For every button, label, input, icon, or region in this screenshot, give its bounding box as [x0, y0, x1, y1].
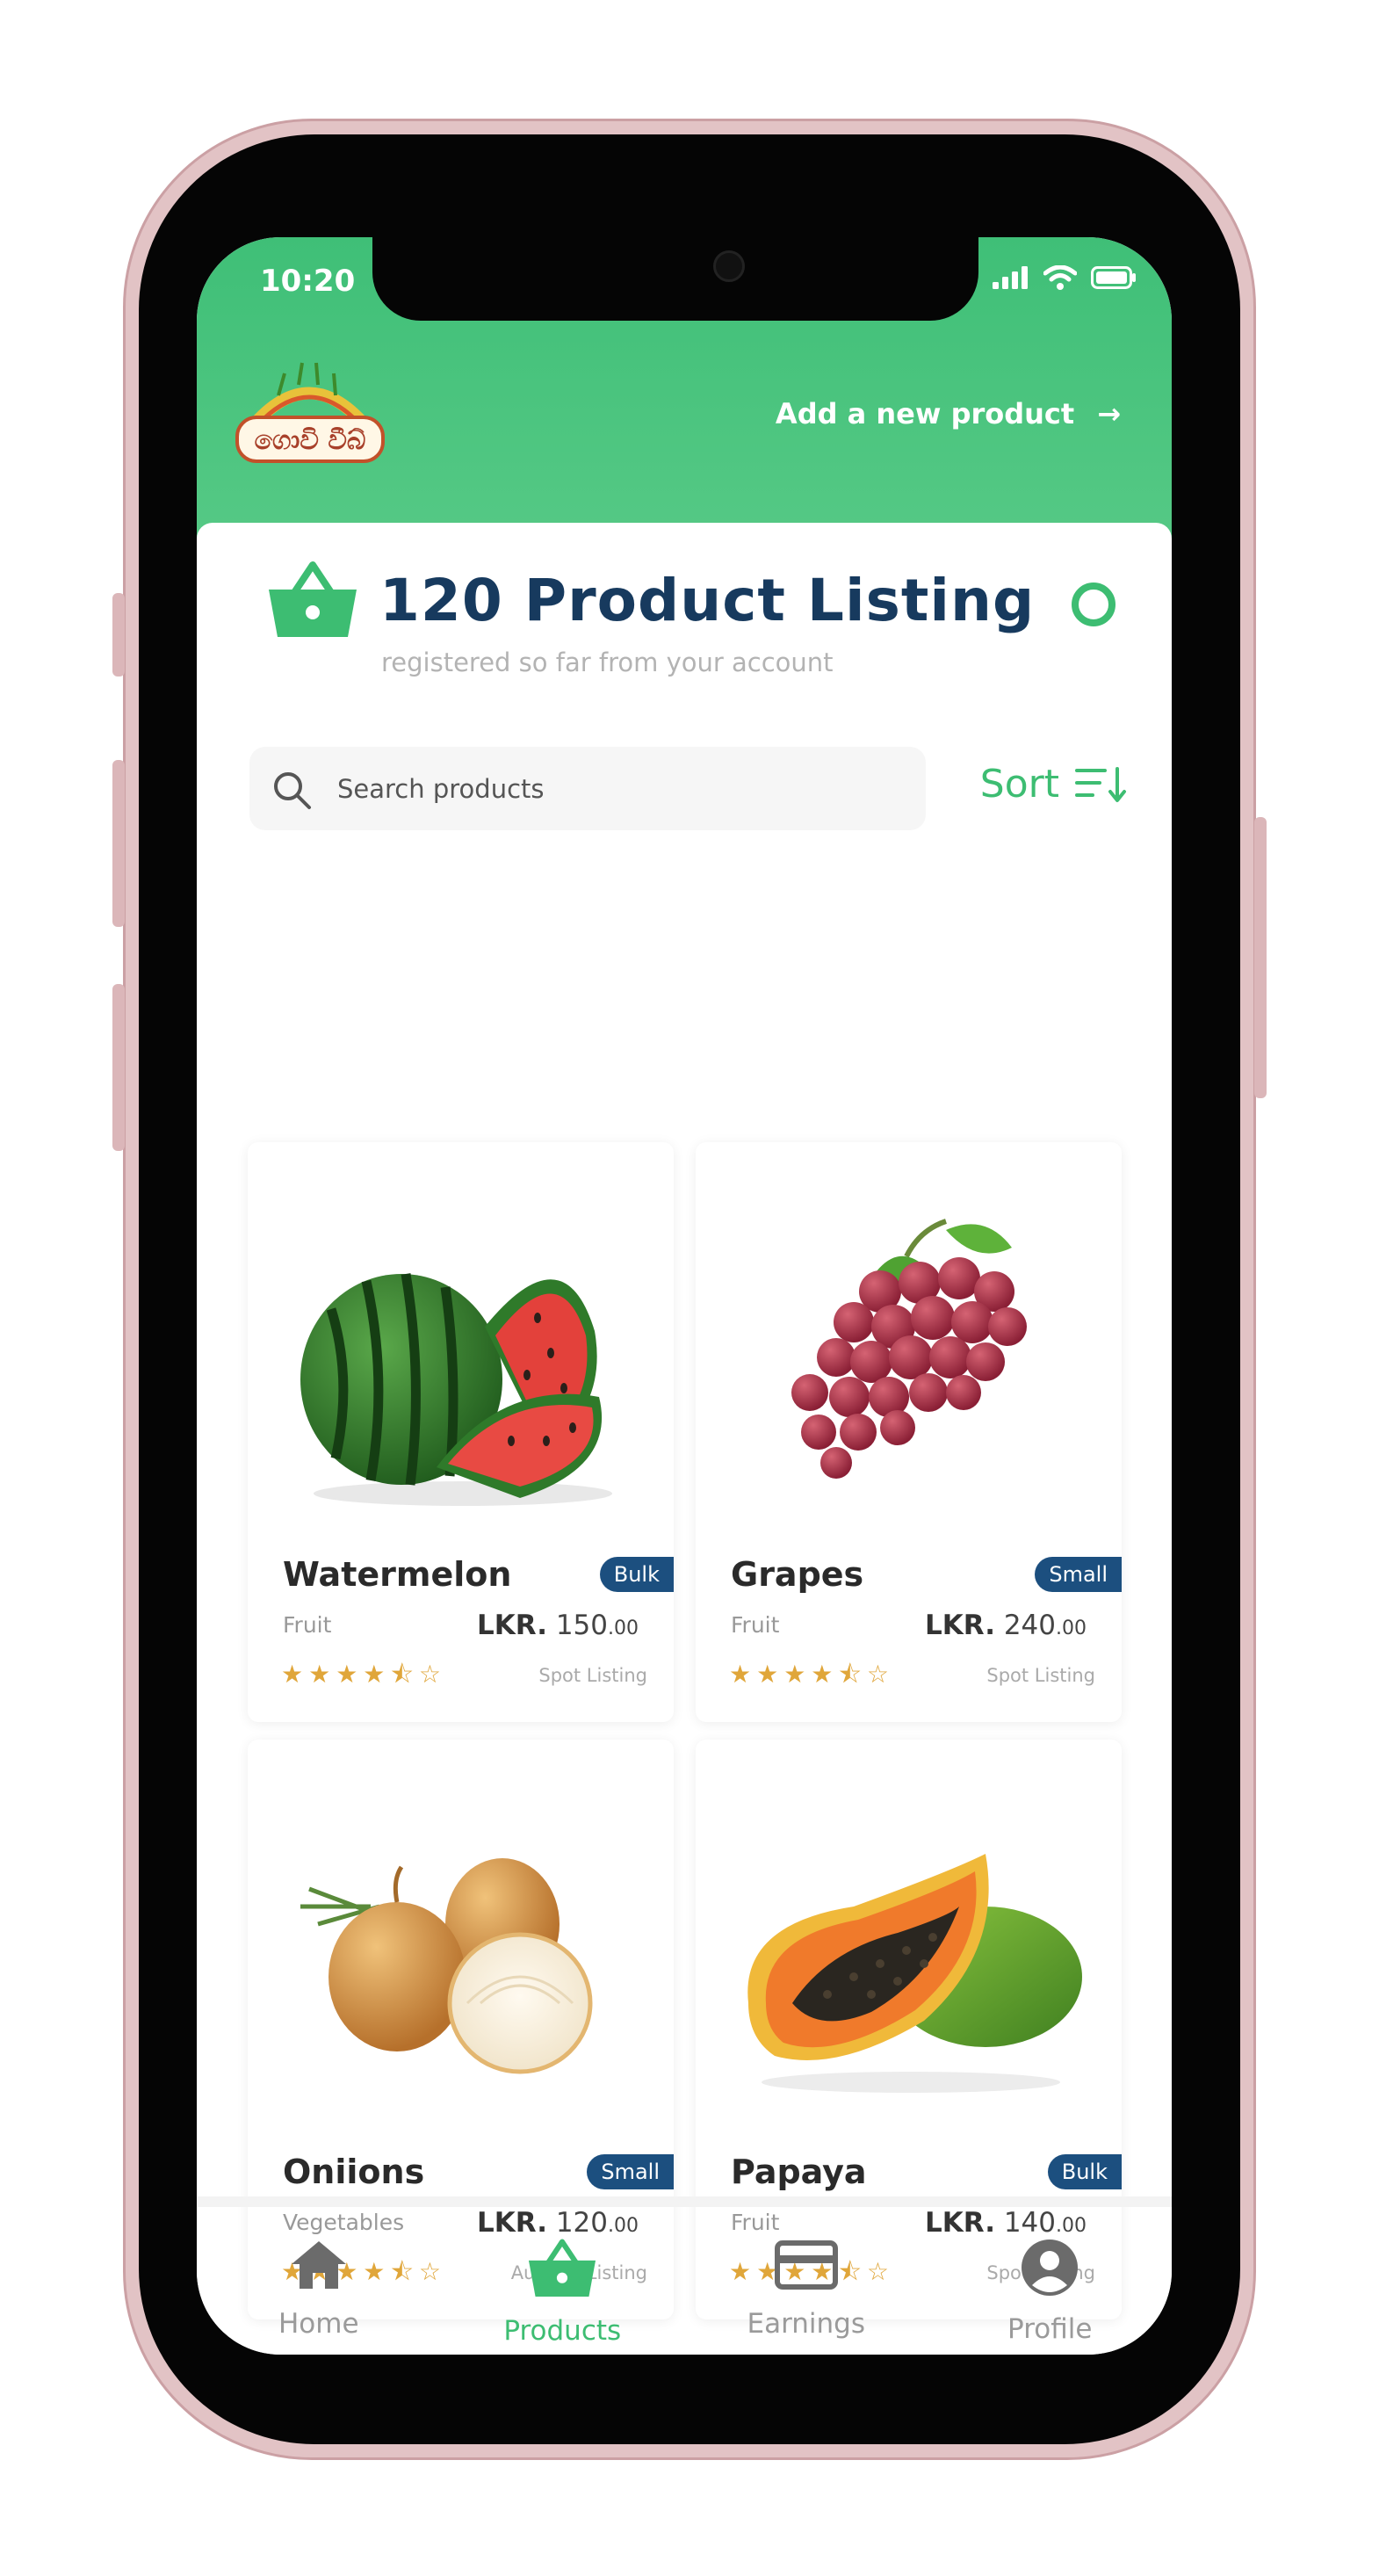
app-logo: ගොවි වීබ් — [235, 362, 385, 463]
product-price: LKR. 150.00 — [477, 1610, 639, 1641]
add-product-link[interactable]: Add a new product → — [776, 397, 1121, 431]
add-product-label: Add a new product — [775, 397, 1075, 431]
product-category: Fruit — [731, 1612, 780, 1638]
product-name: Papaya — [731, 2153, 867, 2191]
quantity-badge: Bulk — [1047, 2154, 1122, 2189]
price-amount: 150 — [555, 1610, 608, 1641]
price-cents: .00 — [608, 1617, 639, 1639]
quantity-badge: Small — [1035, 1557, 1122, 1592]
refresh-indicator[interactable] — [1072, 582, 1115, 626]
volume-up-button — [112, 760, 125, 927]
listing-type: Spot Listing — [986, 1665, 1095, 1686]
content-card: 120 Product Listing registered so far fr… — [197, 523, 1172, 2355]
phone-notch — [372, 237, 978, 321]
price-amount: 240 — [1003, 1610, 1056, 1641]
nav-divider — [197, 2196, 1172, 2207]
nav-earnings[interactable]: Earnings — [718, 2207, 894, 2340]
rating-stars: ★★★★⯪☆ — [729, 1660, 895, 1689]
product-card-grapes[interactable]: Grapes Small Fruit LKR. 240.00 ★★★★⯪☆ Sp… — [696, 1142, 1122, 1722]
grapes-image — [791, 1219, 1027, 1479]
nav-label: Home — [278, 2308, 359, 2340]
product-name: Watermelon — [283, 1555, 512, 1594]
battery-icon — [1091, 266, 1136, 289]
sort-label: Sort — [979, 762, 1059, 807]
power-button — [1254, 817, 1267, 1098]
search-input[interactable] — [337, 764, 864, 813]
price-cents: .00 — [1056, 1617, 1087, 1639]
price-currency: LKR. — [476, 1610, 547, 1641]
basket-icon — [269, 561, 357, 637]
onions-image — [300, 1858, 593, 2074]
status-icons — [993, 265, 1137, 290]
quantity-badge: Bulk — [599, 1557, 674, 1592]
card-icon — [774, 2240, 838, 2290]
nav-home[interactable]: Home — [231, 2207, 407, 2340]
product-price: LKR. 240.00 — [925, 1610, 1087, 1641]
product-category: Fruit — [283, 1612, 332, 1638]
basket-icon — [529, 2239, 596, 2297]
app-screen: 10:20 ගොවි වීබ් Add a new product → 120 … — [197, 237, 1172, 2355]
sort-icon — [1075, 766, 1126, 802]
front-camera — [713, 250, 745, 282]
wifi-icon — [1043, 265, 1077, 290]
sort-button[interactable]: Sort — [980, 762, 1128, 807]
status-time: 10:20 — [260, 264, 356, 299]
nav-label: Profile — [1007, 2313, 1093, 2345]
nav-label: Products — [503, 2315, 622, 2347]
product-card-watermelon[interactable]: Watermelon Bulk Fruit LKR. 150.00 ★★★★⯪☆… — [248, 1142, 674, 1722]
rating-stars: ★★★★⯪☆ — [281, 1660, 447, 1689]
listing-type: Spot Listing — [538, 1665, 647, 1686]
quantity-badge: Small — [587, 2154, 674, 2189]
search-bar — [249, 747, 926, 830]
nav-products[interactable]: Products — [474, 2207, 650, 2347]
product-name: Grapes — [731, 1555, 864, 1594]
search-icon — [274, 772, 311, 809]
listing-subtitle: registered so far from your account — [381, 648, 834, 677]
listing-count-title: 120 Product Listing — [379, 567, 1036, 634]
profile-icon — [1022, 2240, 1079, 2296]
nav-label: Earnings — [747, 2308, 866, 2340]
mute-switch — [112, 593, 125, 677]
papaya-image — [747, 1854, 1082, 2093]
svg-text:ගොවි වීබ්: ගොවි වීබ් — [255, 425, 366, 456]
volume-down-button — [112, 984, 125, 1151]
bottom-nav: Home Products Earnings Profile — [197, 2207, 1172, 2355]
arrow-right-icon: → — [1097, 397, 1121, 431]
product-name: Oniions — [283, 2153, 425, 2191]
watermelon-image — [300, 1273, 612, 1506]
price-currency: LKR. — [924, 1610, 995, 1641]
home-icon — [291, 2241, 346, 2289]
nav-profile[interactable]: Profile — [962, 2207, 1137, 2345]
signal-icon — [993, 266, 1028, 289]
